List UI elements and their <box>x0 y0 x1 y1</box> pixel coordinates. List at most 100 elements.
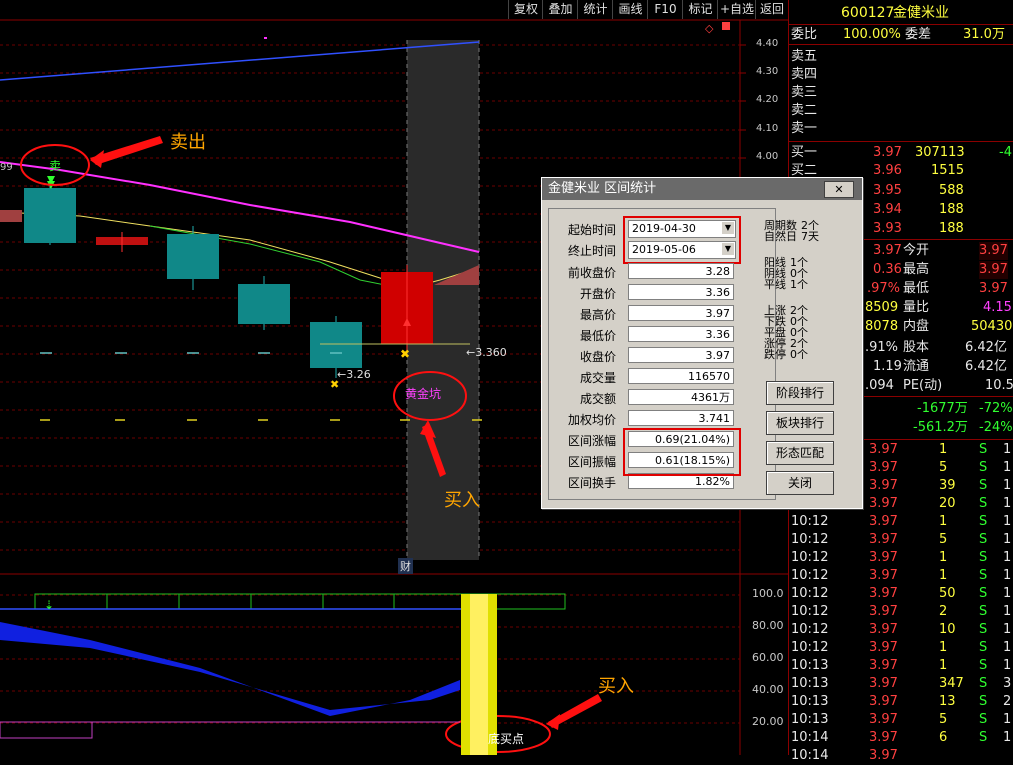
sell-level-4: 卖四 <box>791 67 818 82</box>
tick-price: 3.97 <box>869 604 898 619</box>
tick-price: 3.97 <box>869 730 898 745</box>
tick-time: 10:12 <box>791 514 829 529</box>
price-axis-label: 4.10 <box>756 123 779 134</box>
tick-side: S <box>979 676 988 691</box>
tick-price: 3.97 <box>869 442 898 457</box>
square-icon[interactable] <box>722 22 730 30</box>
tick-count: 1 <box>1003 640 1012 655</box>
tick-side: S <box>979 694 988 709</box>
annotation-sell: 卖出 <box>170 132 206 153</box>
tick-count: 1 <box>1003 550 1012 565</box>
tick-time: 10:12 <box>791 532 829 547</box>
tick-price: 3.97 <box>869 532 898 547</box>
tick-volume: 1 <box>939 658 948 673</box>
tick-side: S <box>979 460 988 475</box>
stat-value: 3.28 <box>628 263 734 279</box>
tick-side: S <box>979 496 988 511</box>
tick-row: 10:13 3.97 5 S 1 <box>789 711 1013 729</box>
tick-time: 10:12 <box>791 640 829 655</box>
tick-side: S <box>979 658 988 673</box>
tick-time: 10:13 <box>791 676 829 691</box>
tick-price: 3.97 <box>869 460 898 475</box>
golden-pit-label: 黄金坑 <box>405 387 442 401</box>
stock-header: 600127 金健米业 <box>789 2 1013 24</box>
tick-price: 3.97 <box>869 622 898 637</box>
stage-ranking-button[interactable]: 阶段排行 <box>766 381 834 405</box>
pattern-match-button[interactable]: 形态匹配 <box>766 441 834 465</box>
stat-value: 4361万 <box>628 389 734 405</box>
tick-volume: 5 <box>939 532 948 547</box>
tick-volume: 347 <box>939 676 964 691</box>
stat-label: 收盘价 <box>579 350 616 364</box>
tick-price: 3.97 <box>869 568 898 583</box>
stat-label: 前收盘价 <box>567 266 616 280</box>
tick-time: 10:12 <box>791 550 829 565</box>
tick-row: 10:13 3.97 1 S 1 <box>789 657 1013 675</box>
summary-item: 跌停 0个 <box>764 348 808 361</box>
left-price-label: 99 <box>0 162 13 173</box>
stat-label: 开盘价 <box>579 287 616 301</box>
sell-marker: 卖 <box>49 159 62 173</box>
indicator-axis-label: 80.00 <box>752 619 784 632</box>
tick-time: 10:14 <box>791 730 829 745</box>
tick-row: 10:13 3.97 13 S 2 <box>789 693 1013 711</box>
interval-stats-dialog: 金健米业 区间统计 ✕ 起始时间 2019-04-30 ▼ 终止时间 2019-… <box>541 177 863 509</box>
tick-side: S <box>979 478 988 493</box>
indicator-axis-label: 40.00 <box>752 683 784 696</box>
tick-time: 10:12 <box>791 568 829 583</box>
tick-time: 10:14 <box>791 748 829 763</box>
price-axis-label: 4.40 <box>756 38 779 49</box>
price-axis-label: 4.30 <box>756 66 779 77</box>
tick-volume: 39 <box>939 478 956 493</box>
tick-price: 3.97 <box>869 694 898 709</box>
finance-marker[interactable]: 财 <box>398 558 413 574</box>
stat-label: 加权均价 <box>567 413 616 427</box>
sell-level-2: 卖二 <box>791 103 818 118</box>
stat-value: 116570 <box>628 368 734 384</box>
tick-row: 10:12 3.97 1 S 1 <box>789 513 1013 531</box>
tick-volume: 1 <box>939 568 948 583</box>
stat-label: 区间涨幅 <box>567 434 616 448</box>
bottom-buy-point-label: 底买点 <box>488 732 525 746</box>
tick-count: 1 <box>1003 514 1012 529</box>
tick-row: 10:14 3.97 6 S 1 <box>789 729 1013 747</box>
summary-item: 平线 1个 <box>764 278 808 291</box>
stat-value: 3.741 <box>628 410 734 426</box>
stat-value: 3.36 <box>628 326 734 342</box>
tick-price: 3.97 <box>869 640 898 655</box>
diamond-icon[interactable]: ◇ <box>705 22 713 35</box>
tick-time: 10:13 <box>791 712 829 727</box>
tick-volume: 10 <box>939 622 956 637</box>
indicator-axis-label: 60.00 <box>752 651 784 664</box>
tick-time: 10:12 <box>791 622 829 637</box>
tick-side: S <box>979 640 988 655</box>
tick-count: 1 <box>1003 604 1012 619</box>
indicator-axis-label: 20.00 <box>752 715 784 728</box>
stat-label: 区间振幅 <box>567 455 616 469</box>
stat-label: 区间换手 <box>567 476 616 490</box>
close-icon[interactable]: ✕ <box>824 181 854 198</box>
tick-price: 3.97 <box>869 550 898 565</box>
tick-row: 10:12 3.97 1 S 1 <box>789 549 1013 567</box>
tick-volume: 20 <box>939 496 956 511</box>
tick-side: S <box>979 568 988 583</box>
tick-time: 10:13 <box>791 694 829 709</box>
annotation-buy-main: 买入 <box>444 490 480 511</box>
tick-price: 3.97 <box>869 658 898 673</box>
sell-level-1: 卖一 <box>791 121 818 136</box>
tick-volume: 1 <box>939 640 948 655</box>
stat-value: 3.36 <box>628 284 734 300</box>
tick-row: 10:13 3.97 347 S 3 <box>789 675 1013 693</box>
tick-volume: 2 <box>939 604 948 619</box>
tick-time: 10:12 <box>791 586 829 601</box>
tick-count: 1 <box>1003 532 1012 547</box>
tick-volume: 13 <box>939 694 956 709</box>
sector-ranking-button[interactable]: 板块排行 <box>766 411 834 435</box>
tick-row: 10:12 3.97 2 S 1 <box>789 603 1013 621</box>
tick-row: 10:12 3.97 50 S 1 <box>789 585 1013 603</box>
tick-side: S <box>979 514 988 529</box>
tick-side: S <box>979 604 988 619</box>
stat-label: 最低价 <box>579 329 616 343</box>
dialog-titlebar[interactable]: 金健米业 区间统计 ✕ <box>542 178 862 200</box>
close-button[interactable]: 关闭 <box>766 471 834 495</box>
